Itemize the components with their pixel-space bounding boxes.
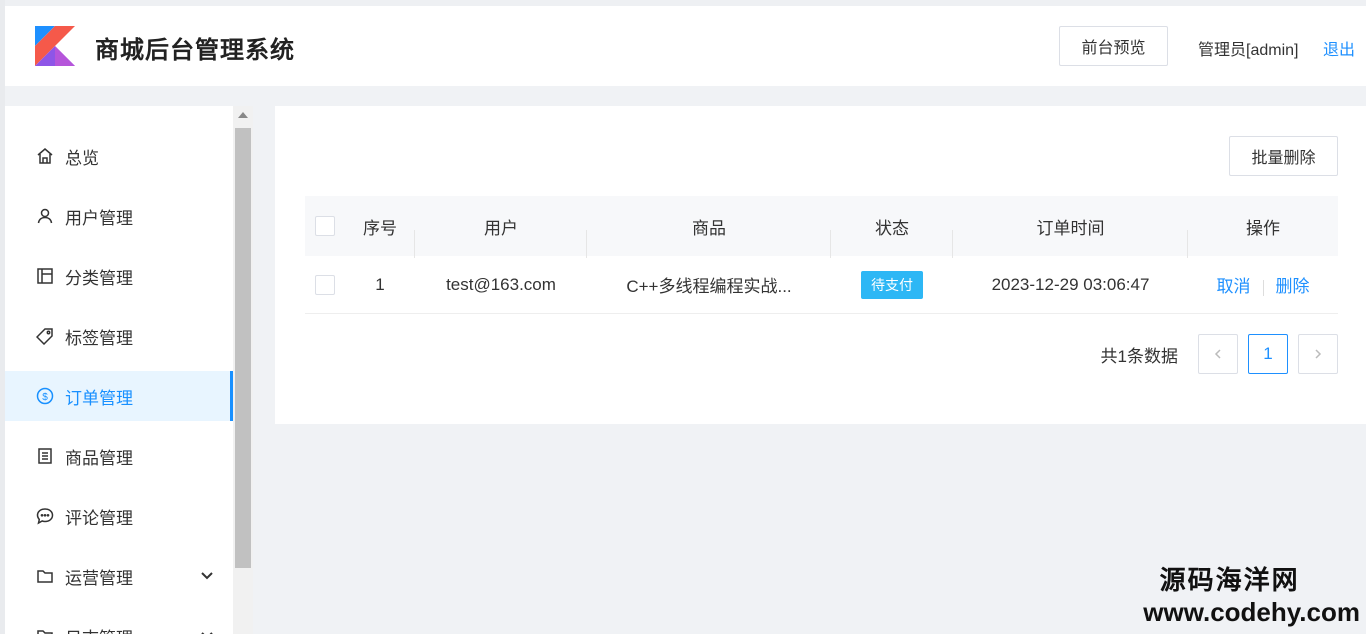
page-button-current[interactable]: 1 xyxy=(1248,334,1288,374)
column-header-user: 用户 xyxy=(415,214,587,258)
sidebar-item-label: 用户管理 xyxy=(65,208,133,228)
logout-link[interactable]: 退出 xyxy=(1323,36,1355,60)
chevron-down-icon[interactable] xyxy=(199,567,215,583)
order-actions: 取消 删除 xyxy=(1188,272,1338,297)
sidebar-item-label: 日志管理 xyxy=(65,624,133,634)
table-row: 1 test@163.com C++多线程编程实战... 待支付 2023-12… xyxy=(305,256,1338,314)
column-header-label: 状态 xyxy=(875,218,909,238)
order-table: 序号 用户 商品 状态 订单时间 操作 1 test@163.com C++多线… xyxy=(305,196,1338,314)
sidebar: 总览 用户管理 分类管理 标签管理 $ 订单管理 商品管理 评论管理 运营管理 xyxy=(5,106,233,634)
pagination: 共1条数据 1 xyxy=(1101,334,1338,374)
chevron-right-icon xyxy=(1315,349,1322,359)
header-checkbox-cell xyxy=(305,216,345,236)
scroll-up-arrow-icon[interactable] xyxy=(238,112,248,118)
scroll-thumb[interactable] xyxy=(235,128,251,568)
row-checkbox-cell xyxy=(305,274,345,295)
total-count: 共1条数据 xyxy=(1100,346,1178,366)
dollar-icon: $ xyxy=(35,386,55,406)
table-header: 序号 用户 商品 状态 订单时间 操作 xyxy=(305,196,1338,258)
sidebar-item-products[interactable]: 商品管理 xyxy=(5,431,233,481)
sidebar-item-label: 分类管理 xyxy=(65,268,133,288)
svg-text:$: $ xyxy=(42,392,48,403)
sidebar-item-label: 标签管理 xyxy=(65,328,133,348)
row-checkbox[interactable] xyxy=(315,274,335,295)
preview-button[interactable]: 前台预览 xyxy=(1059,26,1168,66)
cancel-order-link[interactable]: 取消 xyxy=(1217,277,1251,296)
watermark: 源码海洋网 www.codehy.com xyxy=(1143,560,1360,628)
sidebar-item-label: 商品管理 xyxy=(65,448,133,468)
home-icon xyxy=(35,146,55,166)
comment-icon xyxy=(35,506,55,526)
column-header-index: 序号 xyxy=(345,214,415,258)
folder-icon xyxy=(35,566,55,586)
app-title: 商城后台管理系统 xyxy=(95,37,295,64)
watermark-text: 源码海洋网 xyxy=(1159,565,1300,595)
app-header: 商城后台管理系统 前台预览 管理员[admin] 退出 xyxy=(5,6,1366,86)
chevron-down-icon[interactable] xyxy=(199,627,215,634)
sidebar-scrollbar[interactable] xyxy=(233,106,253,634)
status-badge: 待支付 xyxy=(861,270,923,299)
sidebar-item-label: 运营管理 xyxy=(65,568,133,588)
sidebar-item-label: 订单管理 xyxy=(65,388,133,408)
sidebar-item-overview[interactable]: 总览 xyxy=(5,131,233,181)
tag-icon xyxy=(35,326,55,346)
column-header-time: 订单时间 xyxy=(953,214,1188,258)
sidebar-item-label: 评论管理 xyxy=(65,508,133,528)
sidebar-item-logs[interactable]: 日志管理 xyxy=(5,611,233,634)
order-time: 2023-12-29 03:06:47 xyxy=(991,274,1150,294)
delete-order-link[interactable]: 删除 xyxy=(1276,277,1310,296)
folder-icon xyxy=(35,626,55,634)
user-icon xyxy=(35,206,55,226)
column-header-label: 用户 xyxy=(484,218,518,238)
sidebar-item-operations[interactable]: 运营管理 xyxy=(5,551,233,601)
watermark-url: www.codehy.com xyxy=(1143,597,1360,627)
order-index: 1 xyxy=(375,274,385,294)
column-header-product: 商品 xyxy=(587,214,831,258)
sidebar-item-users[interactable]: 用户管理 xyxy=(5,191,233,241)
sidebar-item-label: 总览 xyxy=(65,148,99,168)
action-divider xyxy=(1262,279,1264,296)
chevron-left-icon xyxy=(1214,349,1221,359)
sidebar-item-orders[interactable]: $ 订单管理 xyxy=(5,371,233,421)
batch-delete-button[interactable]: 批量删除 xyxy=(1229,136,1338,176)
admin-name: 管理员[admin] xyxy=(1198,42,1299,59)
app-logo-icon xyxy=(35,26,75,66)
order-user: test@163.com xyxy=(446,274,556,294)
order-panel: 批量删除 序号 用户 商品 状态 订单时间 操作 1 test@163.com … xyxy=(275,106,1366,424)
category-icon xyxy=(35,266,55,286)
column-header-label: 操作 xyxy=(1246,218,1280,238)
column-header-label: 商品 xyxy=(692,218,726,238)
select-all-checkbox[interactable] xyxy=(315,216,335,236)
column-header-label: 序号 xyxy=(363,218,397,238)
sidebar-item-comments[interactable]: 评论管理 xyxy=(5,491,233,541)
sidebar-item-categories[interactable]: 分类管理 xyxy=(5,251,233,301)
column-header-actions: 操作 xyxy=(1188,214,1338,239)
product-icon xyxy=(35,446,55,466)
column-header-status: 状态 xyxy=(831,214,953,258)
order-status-cell: 待支付 xyxy=(831,270,953,299)
next-page-button[interactable] xyxy=(1298,334,1338,374)
sidebar-item-tags[interactable]: 标签管理 xyxy=(5,311,233,361)
prev-page-button[interactable] xyxy=(1198,334,1238,374)
column-header-label: 订单时间 xyxy=(1036,218,1105,238)
order-product: C++多线程编程实战... xyxy=(626,277,792,296)
